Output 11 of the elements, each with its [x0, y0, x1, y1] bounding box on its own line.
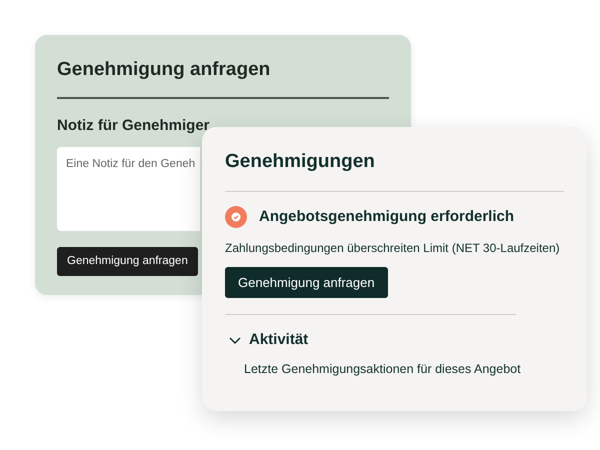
field-label: Notiz für Genehmiger: [57, 116, 211, 136]
request-approval-button[interactable]: Genehmigung anfragen: [225, 266, 388, 298]
request-approval-button[interactable]: Genehmigung anfragen: [57, 246, 198, 276]
panel-title: Genehmigung anfragen: [57, 58, 272, 82]
section-description: Letzte Genehmigungsaktionen für dieses Angebot: [244, 360, 522, 378]
alert-title: Angebotsgenehmigung erforderlich: [259, 207, 514, 227]
section-toggle[interactable]: Aktivität: [249, 329, 308, 352]
check-circle-icon: [225, 206, 247, 228]
panel-title: Genehmigungen: [225, 150, 376, 174]
note-field[interactable]: Eine Notiz für den Geneh: [57, 146, 200, 230]
alert-message: Zahlungsbedingungen überschreiten Limit (NET 30-Laufzeiten): [225, 240, 561, 256]
